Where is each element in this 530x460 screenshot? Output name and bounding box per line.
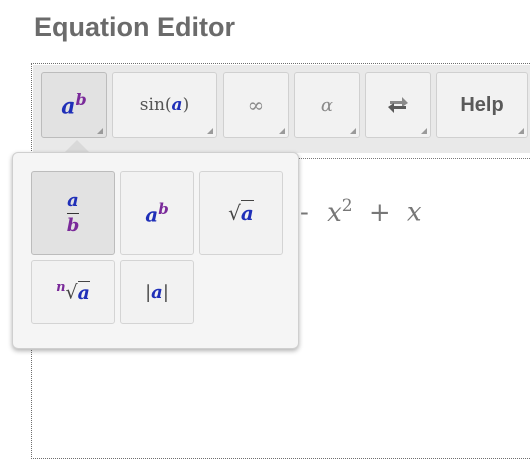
sqrt-arg: a — [240, 200, 254, 225]
sqrt-button[interactable]: √a — [199, 171, 283, 255]
popup-power-exponent: b — [158, 199, 169, 218]
expression-plus: + — [368, 197, 391, 228]
popup-power-base: a — [145, 202, 159, 227]
alpha-icon: α — [320, 94, 334, 116]
function-arg: a — [171, 95, 183, 115]
expression-var: x — [406, 197, 422, 228]
expression-dash: - — [300, 197, 309, 228]
nth-root-arg: a — [77, 280, 90, 304]
help-button[interactable]: Help — [436, 72, 528, 138]
greek-button[interactable]: α — [294, 72, 360, 138]
popup-pointer — [65, 140, 89, 152]
dropdown-corner-icon — [207, 128, 213, 134]
nth-root-index: n — [56, 280, 66, 296]
power-base: a — [61, 93, 76, 120]
fraction-denominator: b — [66, 214, 80, 236]
abs-arg: a — [151, 281, 163, 303]
swap-button[interactable] — [365, 72, 431, 138]
abs-right-bar: | — [162, 281, 169, 303]
expression[interactable]: - x2 + x — [300, 196, 422, 228]
absolute-value-button[interactable]: |a| — [120, 260, 194, 324]
swap-arrows-icon — [388, 97, 408, 113]
infinity-icon: ∞ — [247, 93, 265, 117]
dropdown-corner-icon — [97, 128, 103, 134]
nth-root-button[interactable]: n√a — [31, 260, 115, 324]
infinity-button[interactable]: ∞ — [223, 72, 289, 138]
power-popup-menu: a b ab √a n√a |a| — [12, 152, 299, 349]
power-button[interactable]: ab — [41, 72, 107, 138]
page-title: Equation Editor — [34, 12, 235, 42]
dropdown-corner-icon — [518, 128, 524, 134]
expression-var: x — [327, 197, 342, 228]
power-exponent: b — [75, 90, 87, 110]
nth-root-icon: √ — [65, 281, 78, 304]
dropdown-corner-icon — [350, 128, 356, 134]
function-name: sin — [139, 95, 165, 115]
fraction-bar — [67, 212, 79, 214]
popup-power-button[interactable]: ab — [120, 171, 194, 255]
expression-exponent: 2 — [341, 196, 353, 216]
dropdown-corner-icon — [279, 128, 285, 134]
sqrt-icon: √ — [228, 201, 241, 225]
toolbar: ab sin(a) ∞ α Help — [33, 65, 530, 153]
fraction-numerator: a — [67, 189, 79, 211]
function-button[interactable]: sin(a) — [112, 72, 217, 138]
fraction-button[interactable]: a b — [31, 171, 115, 255]
dropdown-corner-icon — [421, 128, 427, 134]
help-label: Help — [460, 93, 504, 116]
